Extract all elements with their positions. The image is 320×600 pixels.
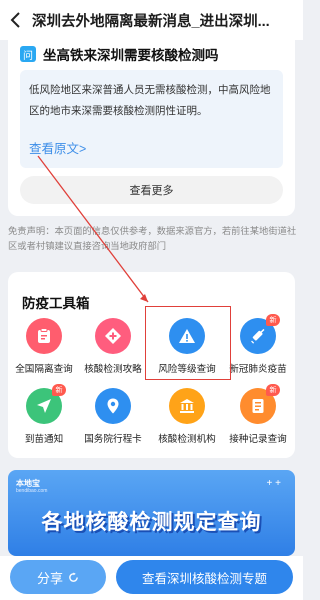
- share-label: 分享: [36, 570, 63, 586]
- tool-nucleic-guide[interactable]: 核酸检测攻略: [78, 318, 148, 375]
- clipboard-icon: [38, 328, 50, 343]
- brand-domain-text: bendibao.com: [16, 488, 48, 494]
- question-text: 坐高铁来深圳需要核酸检测吗: [43, 48, 219, 63]
- tools-card: 防疫工具箱 全国隔离查询 核酸检测攻略 风险等级查询 新 新冠肺炎疫苗 新 到苗…: [8, 272, 295, 458]
- location-pin-icon: [107, 398, 119, 414]
- tool-icon-bg: 新: [26, 384, 66, 424]
- send-icon: [37, 399, 51, 413]
- tool-label: 核酸检测机构: [158, 434, 216, 445]
- view-more-button[interactable]: 查看更多: [20, 176, 283, 204]
- tool-label: 全国隔离查询: [15, 364, 73, 375]
- tool-itinerary-card[interactable]: 国务院行程卡: [78, 388, 148, 445]
- tool-icon-bg: [95, 318, 131, 354]
- answer-box: 低风险地区来深普通人员无需核酸检测，中高风险地区的地市来深需要核酸检测阴性证明。…: [20, 70, 283, 168]
- tool-label: 接种记录查询: [229, 434, 287, 445]
- tool-vaccination-record[interactable]: 新 接种记录查询: [223, 384, 293, 445]
- tool-label: 核酸检测攻略: [84, 364, 142, 375]
- tool-icon-bg: [26, 318, 62, 354]
- bottom-bar: 分享 查看深圳核酸检测专题: [0, 556, 303, 600]
- record-icon: [252, 399, 264, 413]
- banner-text: 各地核酸检测规定查询: [41, 511, 262, 534]
- tool-vaccine-arrival[interactable]: 新 到苗通知: [9, 384, 79, 445]
- tool-icon-bg: 新: [240, 314, 280, 354]
- new-badge: 新: [266, 314, 280, 326]
- tool-icon-bg: 新: [240, 384, 280, 424]
- institution-icon: [180, 399, 194, 413]
- back-arrow-icon: [10, 12, 20, 28]
- highlight-box: [145, 306, 231, 380]
- tool-label: 国务院行程卡: [84, 434, 142, 445]
- share-icon: [69, 571, 78, 582]
- tool-label: 到苗通知: [24, 434, 64, 445]
- tool-label: 新冠肺炎疫苗: [229, 364, 287, 375]
- nucleic-rules-banner[interactable]: 本地宝 bendibao.com + + 各地核酸检测规定查询: [8, 470, 295, 556]
- syringe-icon: [251, 328, 265, 344]
- plus-decoration-icon: + +: [266, 478, 281, 489]
- tool-icon-bg: [169, 388, 205, 424]
- answer-text: 低风险地区来深普通人员无需核酸检测，中高风险地区的地市来深需要核酸检测阴性证明。: [29, 84, 271, 117]
- tool-national-quarantine[interactable]: 全国隔离查询: [9, 318, 79, 375]
- back-button[interactable]: [0, 0, 32, 40]
- qa-card: 问 坐高铁来深圳需要核酸检测吗 低风险地区来深普通人员无需核酸检测，中高风险地区…: [8, 40, 295, 216]
- question-row: 问 坐高铁来深圳需要核酸检测吗: [20, 44, 219, 64]
- medical-plus-icon: [105, 328, 121, 344]
- page-title: 深圳去外地隔离最新消息_进出深圳...: [32, 13, 270, 30]
- new-badge: 新: [266, 384, 280, 396]
- question-badge: 问: [20, 46, 36, 62]
- view-original-link[interactable]: 查看原文>: [29, 138, 86, 157]
- tool-testing-institutions[interactable]: 核酸检测机构: [152, 388, 222, 445]
- new-badge: 新: [52, 384, 66, 396]
- tools-title: 防疫工具箱: [22, 296, 90, 311]
- tool-covid-vaccine[interactable]: 新 新冠肺炎疫苗: [223, 314, 293, 375]
- disclaimer-text: 免责声明：本页面的信息仅供参考，数据来源官方，若前往某地街道社区或者村镇建议直接…: [8, 226, 297, 251]
- view-topic-button[interactable]: 查看深圳核酸检测专题: [116, 560, 293, 594]
- top-bar: 深圳去外地隔离最新消息_进出深圳...: [0, 0, 303, 40]
- share-button[interactable]: 分享: [10, 560, 106, 594]
- tool-icon-bg: [95, 388, 131, 424]
